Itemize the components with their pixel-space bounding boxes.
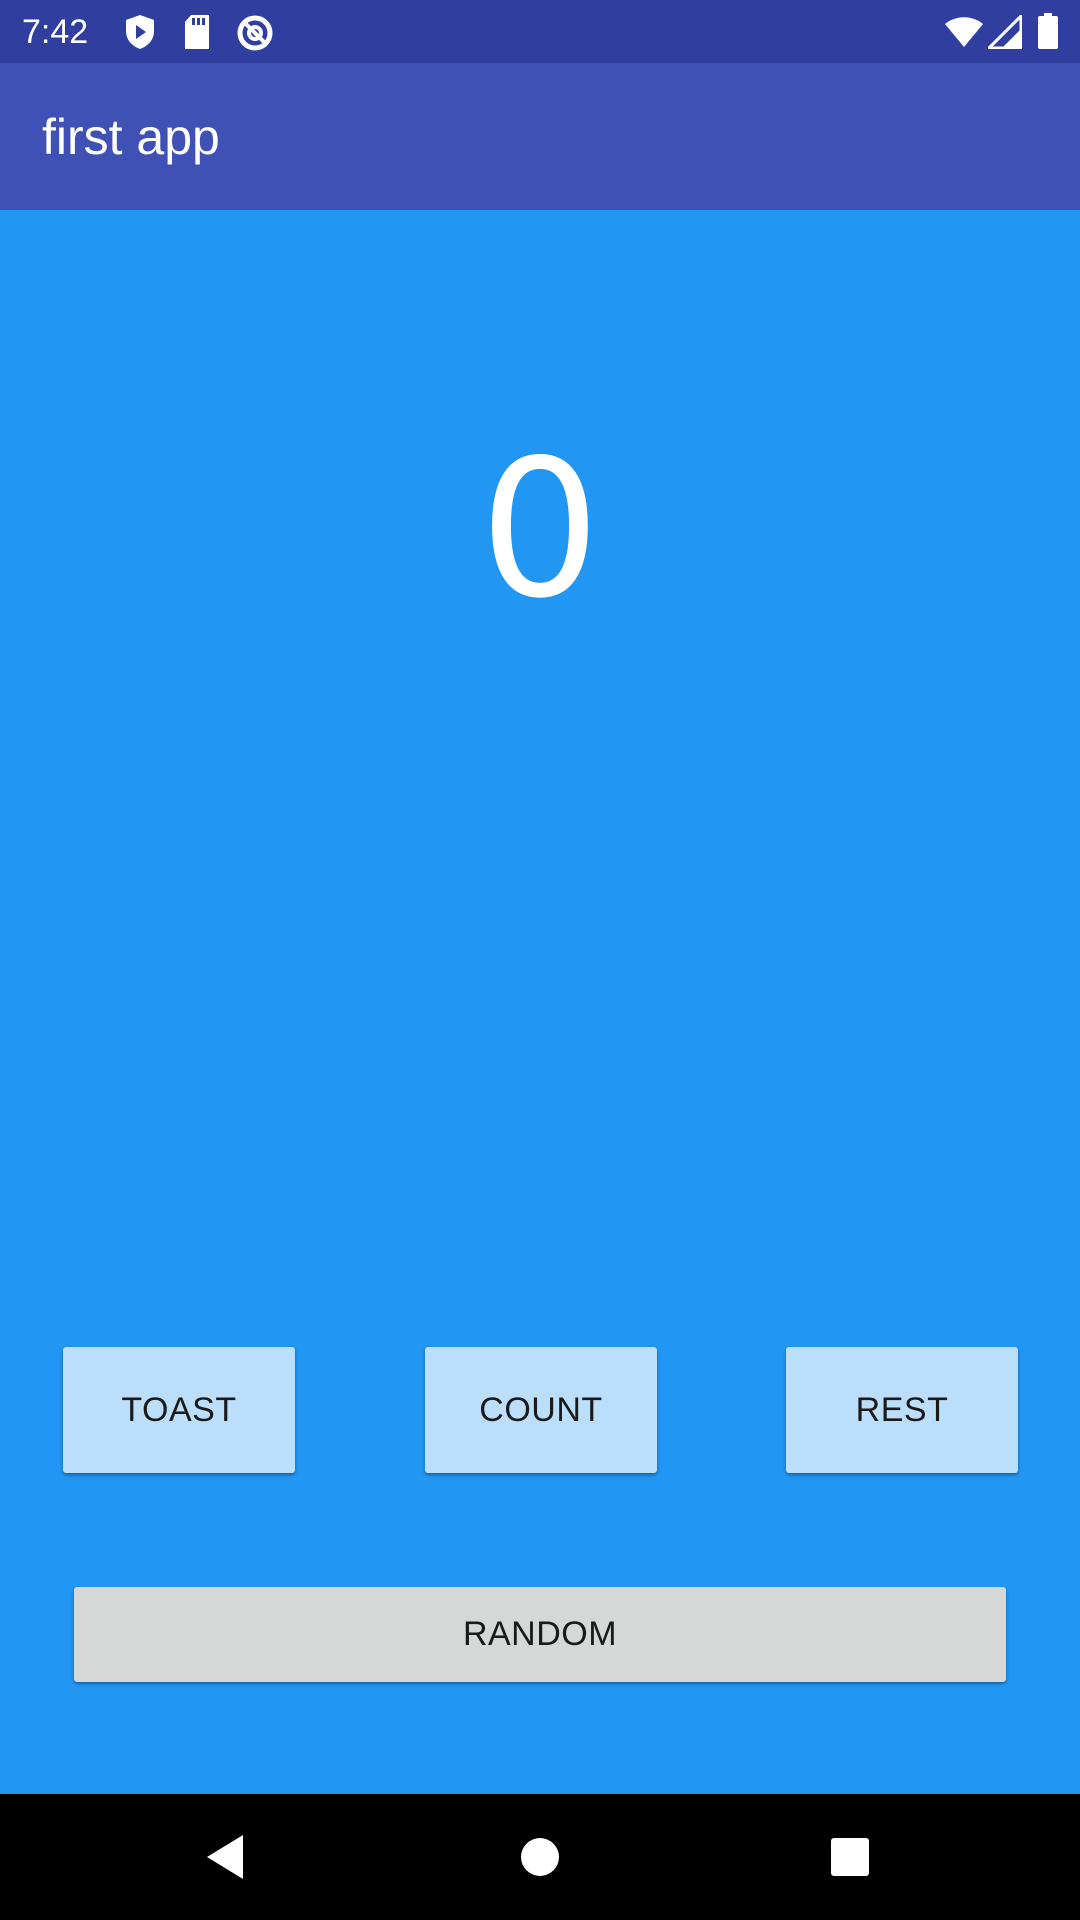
random-button-label: RANDOM <box>462 1615 618 1653</box>
toast-button[interactable]: TOAST <box>63 1347 295 1473</box>
reset-button-label: REST <box>855 1390 949 1429</box>
battery-icon <box>1038 13 1058 54</box>
back-icon <box>207 1835 243 1879</box>
toast-button-label: TOAST <box>121 1390 237 1429</box>
app-title: first app <box>42 109 220 165</box>
recents-icon <box>831 1838 869 1876</box>
home-button[interactable] <box>450 1794 630 1920</box>
signal-icon <box>985 12 1023 54</box>
recents-button[interactable] <box>760 1794 940 1920</box>
play-protect-icon <box>124 14 156 55</box>
navigation-bar <box>0 1794 1080 1920</box>
sd-card-icon <box>183 14 211 55</box>
no-disturb-icon <box>236 14 274 57</box>
status-time: 7:42 <box>22 13 89 51</box>
reset-button[interactable]: REST <box>786 1347 1018 1473</box>
count-button[interactable]: COUNT <box>425 1347 657 1473</box>
app-bar: first app <box>0 63 1080 210</box>
wifi-icon <box>944 16 984 53</box>
home-icon <box>521 1838 559 1876</box>
status-bar: 7:42 <box>0 0 1080 63</box>
count-button-label: COUNT <box>479 1390 603 1429</box>
count-display: 0 <box>479 419 601 640</box>
back-button[interactable] <box>135 1794 315 1920</box>
random-button[interactable]: RANDOM <box>74 1587 1006 1682</box>
